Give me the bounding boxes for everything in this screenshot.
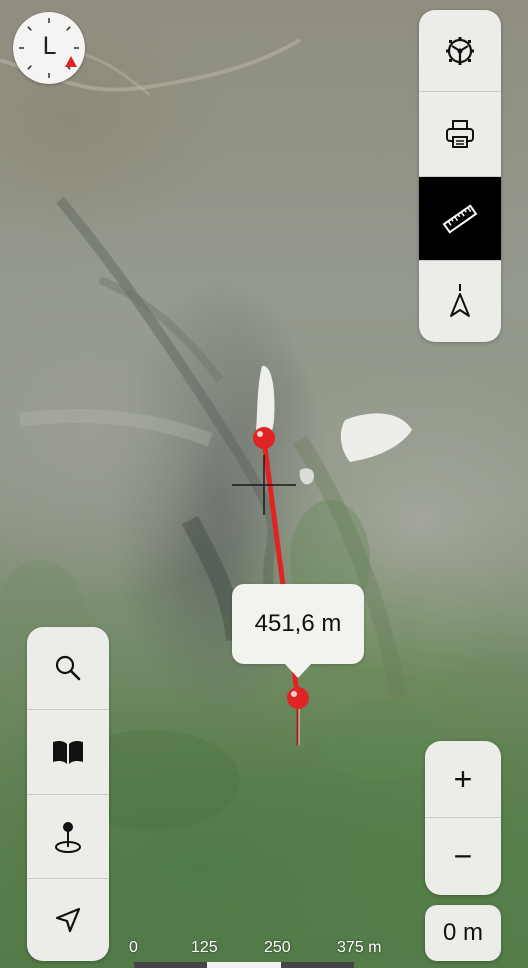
scale-tick-0: 0 [129, 939, 138, 956]
distance-label: 451,6 m [232, 584, 364, 678]
start-pin-highlight [257, 431, 263, 437]
elevation-value: 0 m [442, 919, 483, 946]
right-toolbar [419, 10, 501, 342]
pin-on-ground-icon [55, 821, 81, 853]
left-toolbar [27, 627, 109, 961]
north-arrow-icon [450, 283, 470, 317]
zoom-out-button[interactable]: − [425, 817, 501, 895]
scale-bar-white-segment [207, 962, 281, 968]
zoom-in-label: + [453, 760, 473, 797]
open-book-icon [53, 740, 83, 764]
bookmarks-button[interactable] [27, 709, 109, 794]
print-button[interactable] [419, 91, 501, 176]
zoom-in-button[interactable]: + [425, 741, 501, 817]
gear-steering-icon [446, 36, 474, 65]
end-pin [287, 687, 309, 709]
north-button[interactable] [419, 260, 501, 342]
location-arrow-icon [55, 907, 81, 932]
scale-bar-segments [134, 962, 354, 968]
settings-button[interactable] [419, 10, 501, 91]
compass-letter: L [42, 32, 56, 60]
place-marker-button[interactable] [27, 794, 109, 878]
zoom-controls: + − [425, 741, 501, 895]
end-pin-highlight [291, 691, 297, 697]
search-button[interactable] [27, 627, 109, 709]
measure-button[interactable] [419, 176, 501, 260]
scale-tick-375: 375 m [337, 939, 382, 956]
start-pin [253, 427, 275, 449]
compass-button[interactable]: L [13, 12, 85, 84]
magnifier-icon [55, 655, 81, 681]
scale-tick-125: 125 [191, 939, 218, 956]
locate-button[interactable] [27, 878, 109, 960]
elevation-readout[interactable]: 0 m [425, 905, 501, 961]
distance-value: 451,6 m [254, 610, 342, 637]
ruler-icon [442, 203, 478, 234]
zoom-out-label: − [453, 838, 473, 874]
scale-tick-250: 250 [264, 939, 291, 956]
printer-icon [446, 120, 474, 148]
